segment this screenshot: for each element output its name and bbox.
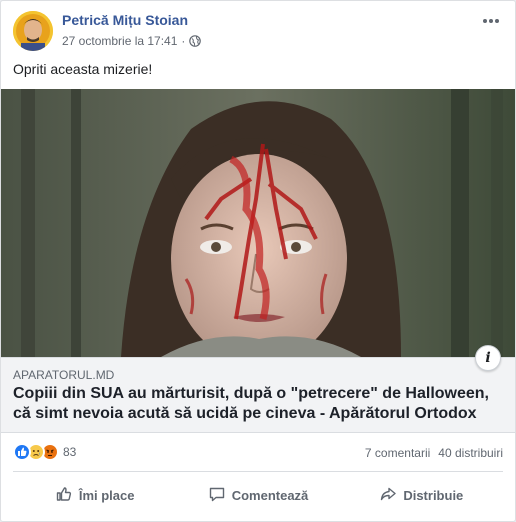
author-name[interactable]: Petrică Mițu Stoian bbox=[62, 12, 188, 28]
link-domain: APARATORUL.MD bbox=[13, 368, 115, 382]
comment-button[interactable]: Comentează bbox=[176, 475, 339, 515]
comment-button-label: Comentează bbox=[231, 487, 309, 503]
link-preview-image[interactable] bbox=[1, 89, 515, 357]
thumbs-up-icon bbox=[55, 485, 73, 506]
post-card: Petrică Mițu Stoian 27 octombrie la 17:4… bbox=[0, 0, 516, 522]
dot-separator: · bbox=[181, 34, 186, 48]
link-preview[interactable]: i APARATORUL.MD Copiii din SUA au mărtur… bbox=[1, 345, 515, 433]
like-button-label: Îmi place bbox=[78, 487, 135, 503]
post-stats: 83 7 comentarii 40 distribuiri bbox=[13, 443, 503, 465]
reaction-count: 83 bbox=[63, 445, 77, 459]
info-button[interactable]: i bbox=[475, 345, 501, 371]
more-options-icon[interactable] bbox=[479, 13, 503, 29]
shares-count[interactable]: 40 distribuiri bbox=[438, 446, 503, 460]
share-icon bbox=[379, 485, 397, 506]
share-button-label: Distribuie bbox=[403, 487, 464, 503]
author-avatar[interactable] bbox=[13, 11, 53, 51]
globe-icon[interactable] bbox=[189, 35, 202, 47]
share-button[interactable]: Distribuie bbox=[340, 475, 503, 515]
post-timestamp[interactable]: 27 octombrie la 17:41 bbox=[62, 34, 177, 48]
post-header: Petrică Mițu Stoian 27 octombrie la 17:4… bbox=[13, 11, 503, 53]
post-actions: Îmi place Comentează Distribuie bbox=[13, 475, 503, 515]
actions-divider bbox=[13, 471, 503, 472]
post-meta: 27 octombrie la 17:41 · bbox=[62, 34, 202, 48]
comments-count[interactable]: 7 comentarii bbox=[365, 446, 430, 460]
reactions-summary[interactable]: 83 bbox=[13, 443, 76, 461]
link-title[interactable]: Copiii din SUA au mărturisit, după o "pe… bbox=[13, 384, 503, 424]
like-reaction-icon bbox=[13, 443, 31, 461]
comment-icon bbox=[208, 485, 226, 506]
engagement-counts: 7 comentarii 40 distribuiri bbox=[365, 446, 503, 460]
like-button[interactable]: Îmi place bbox=[13, 475, 176, 515]
post-text: Opriti aceasta mizerie! bbox=[13, 61, 153, 77]
